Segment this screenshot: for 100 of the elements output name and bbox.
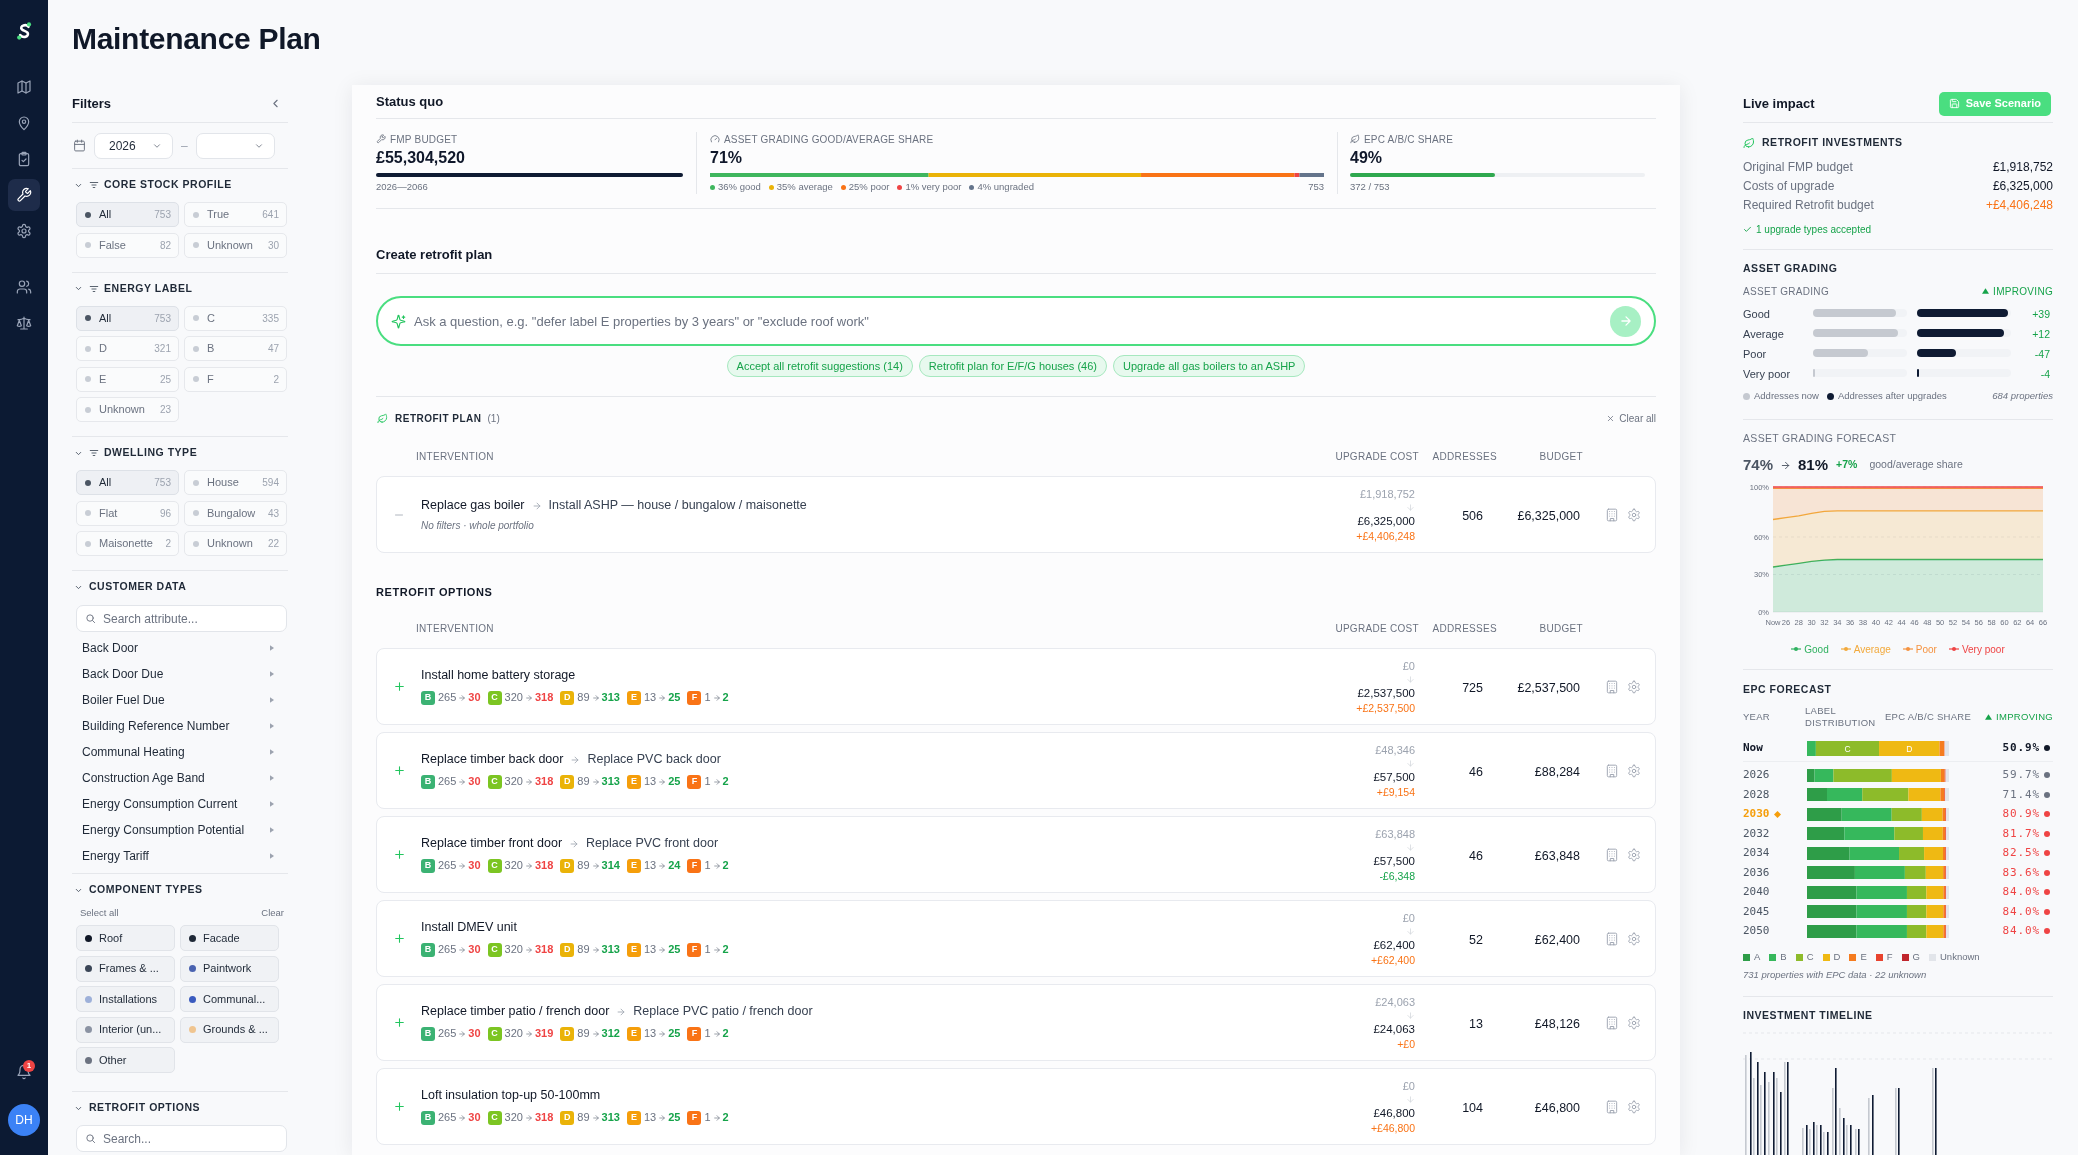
epc-badge: C bbox=[487, 858, 502, 873]
cost-after: £6,325,000 bbox=[1357, 513, 1415, 529]
section-title: EPC FORECAST bbox=[1743, 682, 1832, 698]
kpi-note: 2026—2066 bbox=[376, 180, 428, 195]
label-count: 265 bbox=[438, 1110, 457, 1126]
label-count: 313 bbox=[601, 774, 620, 790]
intervention-title: Loft insulation top-up 50-100mm bbox=[421, 1087, 601, 1105]
label-count: 1 bbox=[704, 690, 711, 706]
intervention-title: Replace gas boiler bbox=[421, 497, 525, 515]
chart-note: 731 properties with EPC data · 22 unknown bbox=[1743, 968, 1927, 983]
address-count: 104 bbox=[1462, 1100, 1483, 1115]
label-count: 89 bbox=[577, 690, 590, 706]
epc-badge: D bbox=[560, 942, 575, 957]
label-count: 2 bbox=[722, 1110, 729, 1126]
column-header: UPGRADE COST bbox=[1335, 450, 1419, 462]
legend-label: 4% ungraded bbox=[977, 180, 1034, 195]
label-count: 89 bbox=[577, 774, 590, 790]
column-header: EPC A/B/C SHARE bbox=[1885, 710, 1972, 722]
year-label: 2040 bbox=[1743, 884, 1770, 900]
label-count: 89 bbox=[577, 1110, 590, 1126]
epc-badge: B bbox=[421, 1110, 435, 1125]
replacement-title: Replace PVC patio / french door bbox=[633, 1003, 813, 1021]
label-count: 13 bbox=[643, 1110, 657, 1126]
label-count: 25 bbox=[668, 1026, 681, 1042]
label-count: 25 bbox=[668, 942, 681, 958]
legend-label: Very poor bbox=[1961, 642, 2005, 657]
epc-badge: B bbox=[421, 690, 435, 705]
label-count: 25 bbox=[668, 690, 681, 706]
replacement-title: Install ASHP — house / bungalow / maisonette bbox=[548, 497, 807, 515]
label-count: 2 bbox=[722, 942, 729, 958]
epc-badge: C bbox=[487, 1110, 502, 1125]
label-count: 1 bbox=[704, 858, 711, 874]
share-value: 83.6% bbox=[2002, 864, 2040, 881]
label-count: 320 bbox=[504, 1026, 523, 1042]
label-count: 265 bbox=[438, 942, 457, 958]
label-count: 30 bbox=[468, 774, 481, 790]
metric-label: Costs of upgrade bbox=[1743, 177, 1835, 195]
epc-badge: B bbox=[421, 774, 435, 789]
share-value: 71.4% bbox=[2002, 786, 2040, 803]
section-title: ASSET GRADING bbox=[1743, 261, 1838, 277]
epc-badge: F bbox=[687, 1110, 702, 1125]
label-count: 1 bbox=[704, 942, 711, 958]
legend-label: Addresses now bbox=[1754, 388, 1819, 403]
epc-badge: B bbox=[421, 858, 435, 873]
kpi-value: 71% bbox=[710, 148, 743, 168]
kpi-label: FMP BUDGET bbox=[390, 132, 458, 147]
replacement-title: Replace PVC back door bbox=[587, 751, 721, 769]
label-count: 320 bbox=[504, 1110, 523, 1126]
epc-badge: E bbox=[626, 690, 641, 705]
label-count: 1 bbox=[704, 1110, 711, 1126]
epc-badge: C bbox=[487, 942, 502, 957]
cost-change: +£0 bbox=[1397, 1036, 1415, 1051]
intervention-title: Install home battery storage bbox=[421, 667, 576, 685]
grade-label: Average bbox=[1743, 328, 1784, 340]
share-value: 59.7% bbox=[2002, 767, 2040, 783]
legend-label: C bbox=[1806, 949, 1814, 964]
grade-label: Very poor bbox=[1743, 368, 1791, 380]
legend-label: 35% average bbox=[776, 180, 833, 195]
cost-change: +£46,800 bbox=[1370, 1120, 1415, 1135]
budget-value: £63,848 bbox=[1534, 848, 1580, 863]
label-count: 265 bbox=[438, 774, 457, 790]
epc-badge: D bbox=[560, 690, 575, 705]
address-count: 506 bbox=[1462, 508, 1483, 523]
share-value: 82.5% bbox=[2002, 845, 2040, 861]
intervention-title: Replace timber front door bbox=[421, 835, 563, 853]
panel-title: Filters bbox=[72, 94, 111, 113]
column-header: LABEL DISTRIBUTION bbox=[1805, 705, 1876, 728]
column-header: ADDRESSES bbox=[1432, 622, 1497, 634]
epc-badge: E bbox=[626, 942, 641, 957]
grade-label: Good bbox=[1743, 308, 1770, 320]
label-count: 265 bbox=[438, 1026, 457, 1042]
label-count: 30 bbox=[468, 1110, 481, 1126]
column-header: YEAR bbox=[1743, 710, 1770, 722]
share-change: +7% bbox=[1836, 457, 1858, 473]
label-count: 30 bbox=[468, 858, 481, 874]
year-label: 2026 bbox=[1743, 767, 1770, 783]
cost-before: £0 bbox=[1402, 1078, 1415, 1093]
budget-value: £6,325,000 bbox=[1517, 508, 1580, 523]
column-header: INTERVENTION bbox=[416, 450, 494, 462]
trend-label: IMPROVING bbox=[1996, 709, 2053, 724]
share-caption: good/average share bbox=[1869, 457, 1963, 473]
epc-badge: C bbox=[487, 690, 502, 705]
budget-value: £46,800 bbox=[1534, 1100, 1580, 1115]
legend-label: D bbox=[1833, 949, 1841, 964]
cost-before: £0 bbox=[1402, 658, 1415, 673]
section-title: RETROFIT INVESTMENTS bbox=[1762, 135, 1903, 151]
epc-badge: D bbox=[560, 1110, 575, 1125]
epc-badge: F bbox=[687, 1026, 702, 1041]
label-count: 2 bbox=[722, 690, 729, 706]
label-count: 313 bbox=[601, 1110, 620, 1126]
cost-after: £62,400 bbox=[1373, 937, 1415, 953]
column-header: ADDRESSES bbox=[1432, 450, 1497, 462]
label-count: 13 bbox=[643, 690, 657, 706]
label-count: 30 bbox=[468, 690, 481, 706]
epc-badge: E bbox=[626, 1026, 641, 1041]
cost-change: +£9,154 bbox=[1376, 784, 1415, 799]
cost-change: +£62,400 bbox=[1370, 952, 1415, 967]
epc-badge: D bbox=[560, 774, 575, 789]
label-count: 314 bbox=[601, 858, 620, 874]
budget-value: £62,400 bbox=[1534, 932, 1580, 947]
